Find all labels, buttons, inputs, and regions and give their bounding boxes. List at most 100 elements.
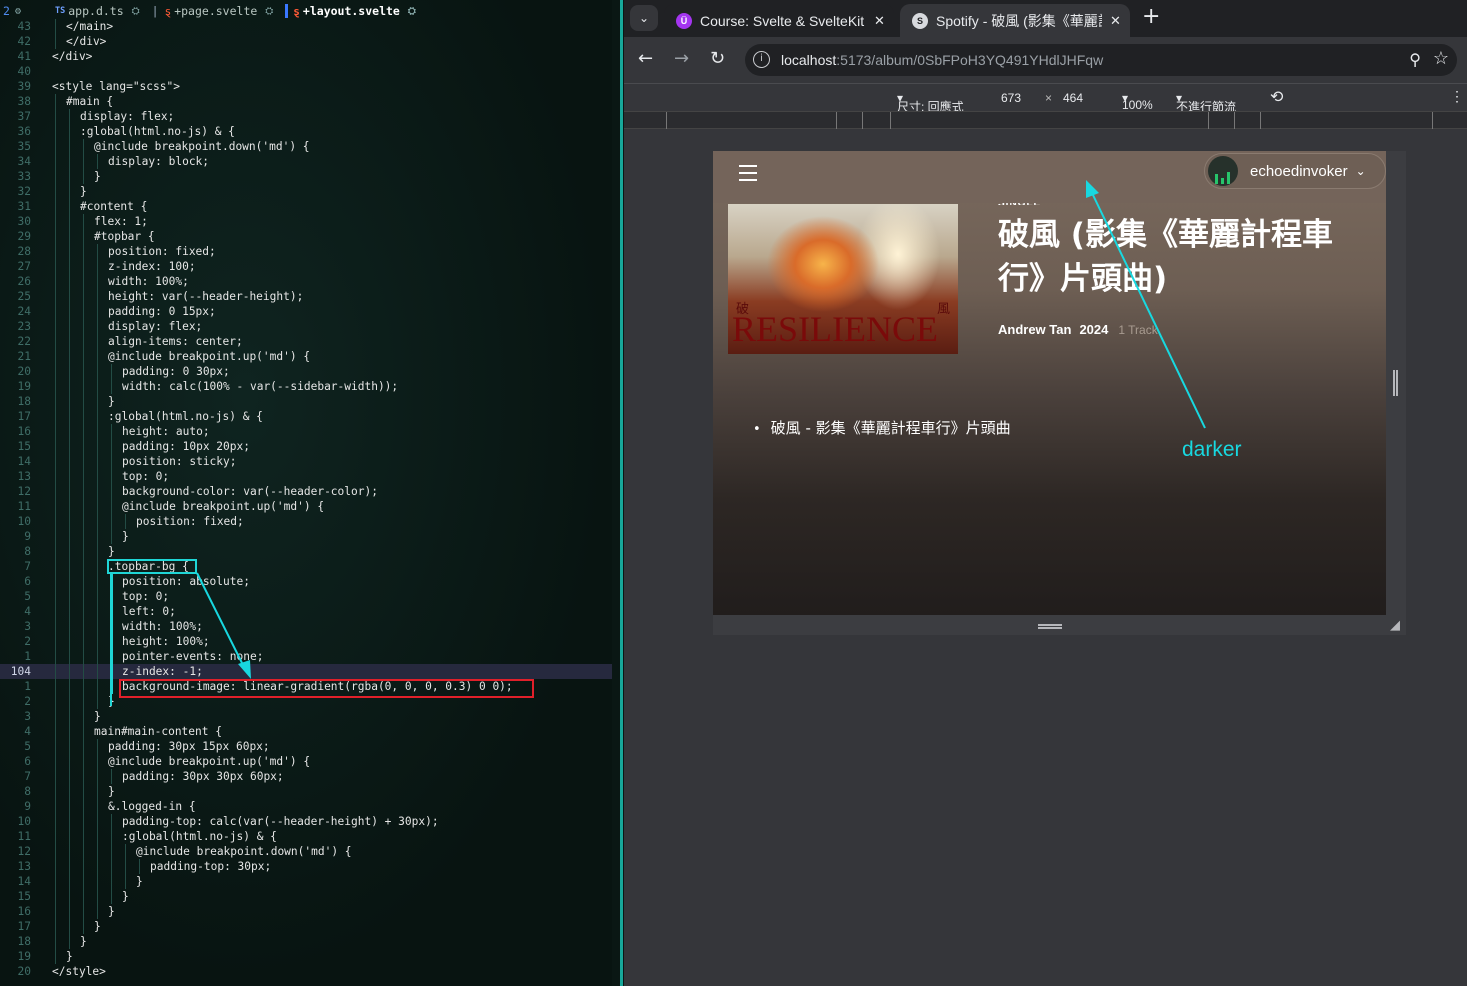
- code-line[interactable]: 8}: [0, 544, 612, 559]
- code-line[interactable]: 3}: [0, 709, 612, 724]
- code-line[interactable]: 16 height: auto;: [0, 424, 612, 439]
- code-line[interactable]: 13 padding-top: 30px;: [0, 859, 612, 874]
- code-line[interactable]: 4 main#main-content {: [0, 724, 612, 739]
- code-line[interactable]: 5 top: 0;: [0, 589, 612, 604]
- zoom-select[interactable]: 100% ▾: [1122, 91, 1153, 112]
- code-line[interactable]: 39 <style lang="scss">: [0, 79, 612, 94]
- code-line[interactable]: 27 z-index: 100;: [0, 259, 612, 274]
- editor-tab-layout-svelte[interactable]: ȿ +layout.svelte ⛭: [293, 4, 420, 18]
- reload-icon[interactable]: ↻: [710, 49, 725, 69]
- code-line[interactable]: 18}: [0, 934, 612, 949]
- window-divider[interactable]: [620, 0, 623, 986]
- rotate-icon[interactable]: ⟲: [1270, 87, 1283, 107]
- code-line[interactable]: 9}: [0, 529, 612, 544]
- code-line[interactable]: 12 @include breakpoint.down('md') {: [0, 844, 612, 859]
- code-line[interactable]: 17}: [0, 919, 612, 934]
- code-line[interactable]: 33}: [0, 169, 612, 184]
- code-line[interactable]: 35 @include breakpoint.down('md') {: [0, 139, 612, 154]
- code-line[interactable]: 10 position: fixed;: [0, 514, 612, 529]
- code-line[interactable]: 34 display: block;: [0, 154, 612, 169]
- code-line[interactable]: 24 padding: 0 15px;: [0, 304, 612, 319]
- code-line[interactable]: 10 padding-top: calc(var(--header-height)…: [0, 814, 612, 829]
- code-line[interactable]: 21 @include breakpoint.up('md') {: [0, 349, 612, 364]
- width-input[interactable]: 673: [1001, 91, 1021, 105]
- code-line[interactable]: 13 top: 0;: [0, 469, 612, 484]
- code-line[interactable]: 7 padding: 30px 30px 60px;: [0, 769, 612, 784]
- zoom-icon[interactable]: ⚲: [1409, 50, 1421, 70]
- forward-icon[interactable]: →: [674, 49, 689, 69]
- code-line[interactable]: 4 left: 0;: [0, 604, 612, 619]
- more-icon[interactable]: ⋮: [1450, 88, 1464, 105]
- star-icon[interactable]: ☆: [1433, 48, 1449, 69]
- code-line[interactable]: 15}: [0, 889, 612, 904]
- code-line[interactable]: 42 </div>: [0, 34, 612, 49]
- code-editor[interactable]: 2 ⚙ TS app.d.ts ⛭ | ȿ +page.svelte ⛭ ȿ +…: [0, 0, 612, 986]
- code-line[interactable]: 36:global(html.no-js) & {: [0, 124, 612, 139]
- close-icon[interactable]: ✕: [874, 13, 885, 29]
- code-line[interactable]: 29 #topbar {: [0, 229, 612, 244]
- info-icon[interactable]: i: [753, 51, 770, 68]
- code-line[interactable]: 37 display: flex;: [0, 109, 612, 124]
- tab-search-button[interactable]: ⌄: [630, 5, 658, 31]
- code-line[interactable]: 30 flex: 1;: [0, 214, 612, 229]
- code-line[interactable]: 32}: [0, 184, 612, 199]
- gear-icon[interactable]: ⚙: [15, 6, 55, 17]
- height-input[interactable]: 464: [1063, 91, 1083, 105]
- code-line[interactable]: 38 #main {: [0, 94, 612, 109]
- code-line[interactable]: 2 height: 100%;: [0, 634, 612, 649]
- code-line[interactable]: 7 .topbar-bg {: [0, 559, 612, 574]
- code-line[interactable]: 6 position: absolute;: [0, 574, 612, 589]
- url-text[interactable]: localhost:5173/album/0SbFPoH3YQ491YHdlJH…: [781, 52, 1103, 68]
- code-line[interactable]: 6 @include breakpoint.up('md') {: [0, 754, 612, 769]
- code-line[interactable]: 31 #content {: [0, 199, 612, 214]
- code-line[interactable]: 9 &.logged-in {: [0, 799, 612, 814]
- code-line[interactable]: 8}: [0, 784, 612, 799]
- code-line[interactable]: 28 position: fixed;: [0, 244, 612, 259]
- code-line[interactable]: 41 </div>: [0, 49, 612, 64]
- back-icon[interactable]: ←: [638, 49, 653, 69]
- code-line[interactable]: 11:global(html.no-js) & {: [0, 829, 612, 844]
- code-line[interactable]: 11 @include breakpoint.up('md') {: [0, 499, 612, 514]
- code-line[interactable]: 22 align-items: center;: [0, 334, 612, 349]
- code-line[interactable]: 40: [0, 64, 612, 79]
- code-line[interactable]: 104 z-index: -1;: [0, 664, 612, 679]
- list-item[interactable]: 破風 - 影集《華麗計程車行》片頭曲: [753, 417, 1011, 438]
- code-line[interactable]: 20 </style>: [0, 964, 612, 979]
- throttle-select[interactable]: 不進行節流 ▾: [1176, 91, 1236, 114]
- code-line[interactable]: 23 display: flex;: [0, 319, 612, 334]
- indent-guide: [97, 304, 98, 319]
- menu-icon[interactable]: [739, 165, 757, 186]
- resize-handle-vertical[interactable]: [1393, 370, 1398, 396]
- code-line[interactable]: 43 </main>: [0, 19, 612, 34]
- code-line[interactable]: 5 padding: 30px 15px 60px;: [0, 739, 612, 754]
- code-lines[interactable]: 43 </main> 42 </div> 41 </div> 40 39 <style lang…: [0, 19, 612, 979]
- code-line[interactable]: 25 height: var(--header-height);: [0, 289, 612, 304]
- code-line[interactable]: 14}: [0, 874, 612, 889]
- code-line[interactable]: 1 pointer-events: none;: [0, 649, 612, 664]
- media-query-ruler[interactable]: [624, 111, 1467, 129]
- code-line[interactable]: 19 width: calc(100% - var(--sidebar-width…: [0, 379, 612, 394]
- artist-link[interactable]: Andrew Tan: [998, 322, 1071, 337]
- editor-tab-app-d-ts[interactable]: TS app.d.ts ⛭: [55, 4, 144, 18]
- editor-tab-page-svelte[interactable]: ȿ +page.svelte ⛭: [165, 4, 278, 18]
- code-line[interactable]: 12 background-color: var(--header-color);: [0, 484, 612, 499]
- code-line[interactable]: 3 width: 100%;: [0, 619, 612, 634]
- indent-guide: [111, 529, 112, 544]
- resize-corner-icon[interactable]: ◢: [1390, 618, 1400, 633]
- code-line[interactable]: 19}: [0, 949, 612, 964]
- browser-tab-course[interactable]: Ü Course: Svelte & SvelteKit ✕: [664, 4, 894, 37]
- dimensions-select[interactable]: 尺寸: 回應式 ▾: [897, 91, 964, 114]
- code-line[interactable]: 20 padding: 0 30px;: [0, 364, 612, 379]
- new-tab-button[interactable]: +: [1142, 5, 1160, 29]
- browser-tab-spotify[interactable]: S Spotify - 破風 (影集《華麗計程車行》片頭曲) ✕: [900, 4, 1130, 37]
- code-line[interactable]: 18}: [0, 394, 612, 409]
- user-menu-button[interactable]: echoedinvoker ⌄: [1204, 153, 1386, 189]
- code-line[interactable]: 15 padding: 10px 20px;: [0, 439, 612, 454]
- code-line[interactable]: 26 width: 100%;: [0, 274, 612, 289]
- resize-handle-horizontal[interactable]: [1038, 624, 1062, 629]
- code-line[interactable]: 16}: [0, 904, 612, 919]
- address-bar[interactable]: i localhost:5173/album/0SbFPoH3YQ491YHdl…: [745, 44, 1457, 76]
- code-line[interactable]: 14 position: sticky;: [0, 454, 612, 469]
- close-icon[interactable]: ✕: [1110, 13, 1121, 29]
- code-line[interactable]: 17:global(html.no-js) & {: [0, 409, 612, 424]
